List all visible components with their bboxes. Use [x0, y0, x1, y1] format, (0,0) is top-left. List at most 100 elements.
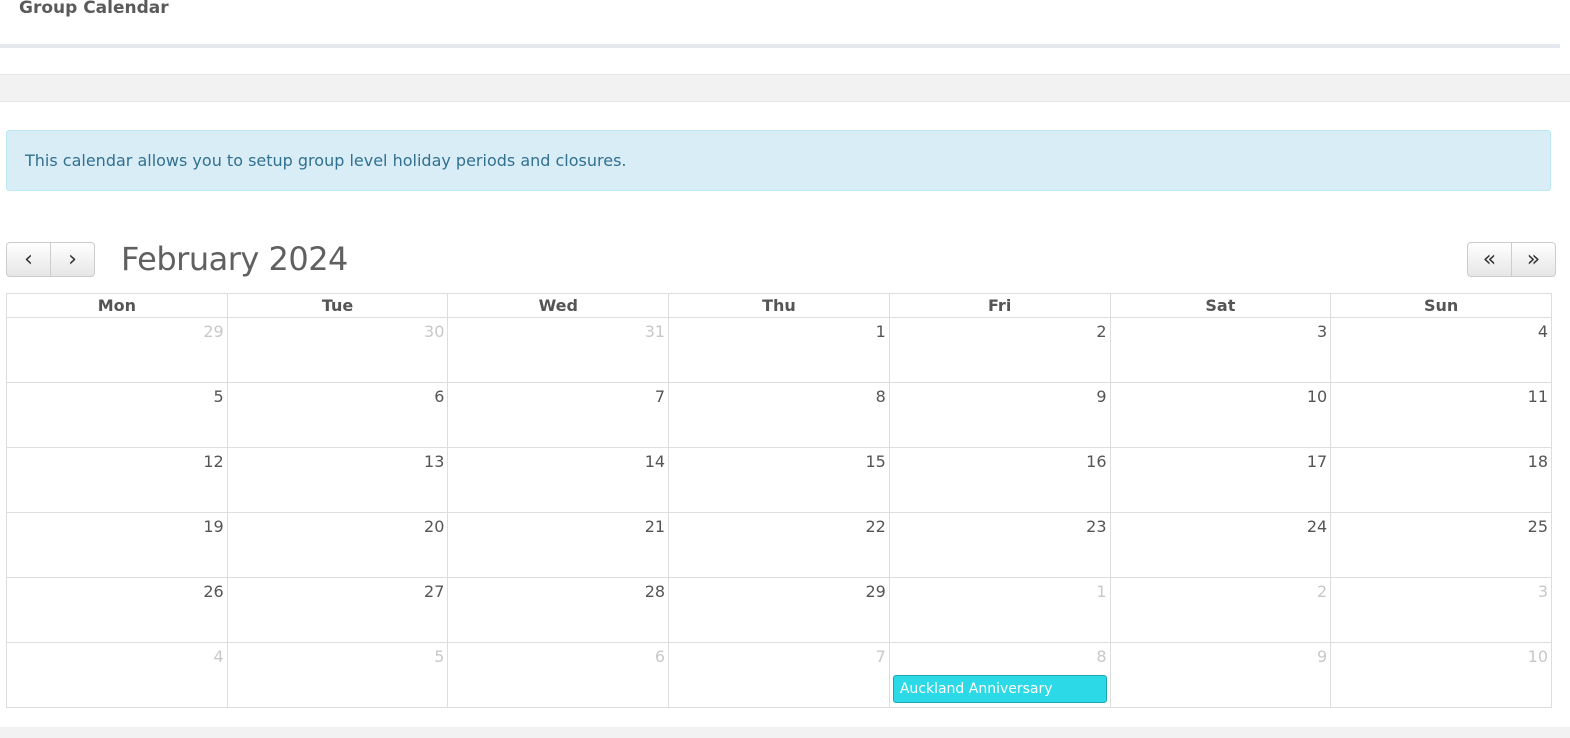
calendar-day-cell[interactable]: 14	[447, 447, 670, 513]
calendar-day-cell[interactable]: 10	[1330, 642, 1552, 708]
calendar-day-cell[interactable]: 3	[1330, 577, 1552, 643]
calendar-day-cell[interactable]: 3	[1109, 317, 1332, 383]
calendar-day-cell[interactable]: 22	[668, 512, 890, 578]
calendar-day-cell[interactable]: 31	[447, 317, 670, 383]
day-number: 2	[1317, 582, 1328, 601]
day-number: 28	[644, 582, 666, 601]
calendar-day-cell[interactable]: 29	[6, 317, 228, 383]
calendar-day-cell[interactable]: 5	[6, 382, 228, 448]
calendar-day-cell[interactable]: 6	[226, 382, 449, 448]
day-number: 17	[1306, 452, 1328, 471]
calendar-day-cell[interactable]: 28	[447, 577, 670, 643]
calendar-day-cell[interactable]: 21	[447, 512, 670, 578]
day-number: 9	[1317, 647, 1328, 666]
calendar-day-cell[interactable]: 24	[1109, 512, 1332, 578]
calendar-day-cell[interactable]: 9	[1109, 642, 1332, 708]
calendar-day-cell[interactable]: 20	[226, 512, 449, 578]
day-number: 7	[875, 647, 886, 666]
day-number: 19	[203, 517, 224, 536]
day-number: 9	[1096, 387, 1107, 406]
calendar-week-row: 12 13 14 15 16 17 18	[6, 447, 1552, 513]
calendar-day-cell[interactable]: 7	[447, 382, 670, 448]
calendar-day-cell[interactable]: 27	[226, 577, 449, 643]
prev-year-button[interactable]: «	[1467, 242, 1512, 277]
prev-month-button[interactable]: ‹	[6, 242, 51, 277]
day-number: 8	[1096, 647, 1107, 666]
day-number: 4	[1537, 322, 1548, 341]
calendar-day-cell[interactable]: 4	[1330, 317, 1552, 383]
calendar-day-cell[interactable]: 6	[447, 642, 670, 708]
double-chevron-left-icon: «	[1482, 247, 1497, 272]
calendar-day-cell[interactable]: 29	[668, 577, 890, 643]
calendar-day-cell[interactable]: 10	[1109, 382, 1332, 448]
calendar-day-cell[interactable]: 13	[226, 447, 449, 513]
day-number: 12	[203, 452, 224, 471]
day-number: 10	[1527, 647, 1548, 666]
calendar-day-cell[interactable]: 1	[668, 317, 890, 383]
calendar-week-row: 29 30 31 1 2 3 4	[6, 317, 1552, 383]
day-number: 3	[1317, 322, 1328, 341]
day-number: 10	[1306, 387, 1328, 406]
day-number: 25	[1527, 517, 1548, 536]
calendar-day-cell[interactable]: 1	[888, 577, 1111, 643]
calendar-day-cell[interactable]: 30	[226, 317, 449, 383]
calendar-day-cell[interactable]: 2	[1109, 577, 1332, 643]
calendar-day-cell[interactable]: 26	[6, 577, 228, 643]
day-number: 22	[865, 517, 886, 536]
weekday-header: Wed	[447, 293, 670, 318]
calendar-day-cell[interactable]: 11	[1330, 382, 1552, 448]
calendar-day-cell[interactable]: 18	[1330, 447, 1552, 513]
day-number: 21	[644, 517, 666, 536]
calendar-body: 29 30 31 1 2 3 4 5 6 7 8 9 10 11 12 13 14 15 16 17 18 19 20 21 2…	[6, 317, 1552, 708]
day-number: 15	[865, 452, 886, 471]
month-nav: ‹ ›	[6, 242, 95, 277]
day-number: 1	[875, 322, 886, 341]
day-number: 20	[424, 517, 445, 536]
day-number: 30	[424, 322, 445, 341]
day-number: 16	[1086, 452, 1107, 471]
calendar-day-cell[interactable]: 7	[668, 642, 890, 708]
calendar-grid: Mon Tue Wed Thu Fri Sat Sun 29 30 31 1 2 3 4 5 6…	[6, 293, 1552, 708]
day-number: 23	[1086, 517, 1107, 536]
day-number: 29	[203, 322, 224, 341]
calendar-day-cell[interactable]: 8	[668, 382, 890, 448]
calendar-day-cell[interactable]: 16	[888, 447, 1111, 513]
page-header: Group Calendar	[0, 0, 1560, 48]
year-nav: « »	[1467, 242, 1556, 277]
footer-bar	[0, 727, 1570, 738]
calendar-day-cell[interactable]: 4	[6, 642, 228, 708]
calendar-week-row: 4 5 6 7 8 Auckland Anniversary 9 10	[6, 642, 1552, 708]
next-year-button[interactable]: »	[1511, 242, 1556, 277]
chevron-right-icon: ›	[68, 247, 77, 272]
calendar-week-row: 5 6 7 8 9 10 11	[6, 382, 1552, 448]
day-number: 11	[1527, 387, 1548, 406]
calendar-day-cell[interactable]: 8 Auckland Anniversary	[888, 642, 1111, 708]
next-month-button[interactable]: ›	[50, 242, 95, 277]
double-chevron-right-icon: »	[1526, 247, 1541, 272]
day-number: 6	[434, 387, 445, 406]
calendar-day-cell[interactable]: 2	[888, 317, 1111, 383]
day-number: 29	[865, 582, 886, 601]
calendar-day-cell[interactable]: 17	[1109, 447, 1332, 513]
day-number: 5	[213, 387, 224, 406]
weekday-header: Fri	[888, 293, 1111, 318]
calendar-day-cell[interactable]: 23	[888, 512, 1111, 578]
day-number: 2	[1096, 322, 1107, 341]
day-number: 4	[213, 647, 224, 666]
calendar-day-cell[interactable]: 9	[888, 382, 1111, 448]
calendar-day-cell[interactable]: 15	[668, 447, 890, 513]
weekday-header: Mon	[6, 293, 228, 318]
toolbar-bar	[0, 74, 1570, 102]
calendar-week-row: 26 27 28 29 1 2 3	[6, 577, 1552, 643]
day-number: 6	[654, 647, 666, 666]
weekday-header: Thu	[668, 293, 890, 318]
calendar-day-cell[interactable]: 25	[1330, 512, 1552, 578]
calendar-day-cell[interactable]: 12	[6, 447, 228, 513]
calendar-day-cell[interactable]: 5	[226, 642, 449, 708]
calendar-week-row: 19 20 21 22 23 24 25	[6, 512, 1552, 578]
calendar-day-cell[interactable]: 19	[6, 512, 228, 578]
day-number: 1	[1096, 582, 1107, 601]
calendar-title: February 2024	[121, 240, 348, 278]
day-number: 7	[654, 387, 666, 406]
calendar-event[interactable]: Auckland Anniversary	[892, 675, 1107, 703]
